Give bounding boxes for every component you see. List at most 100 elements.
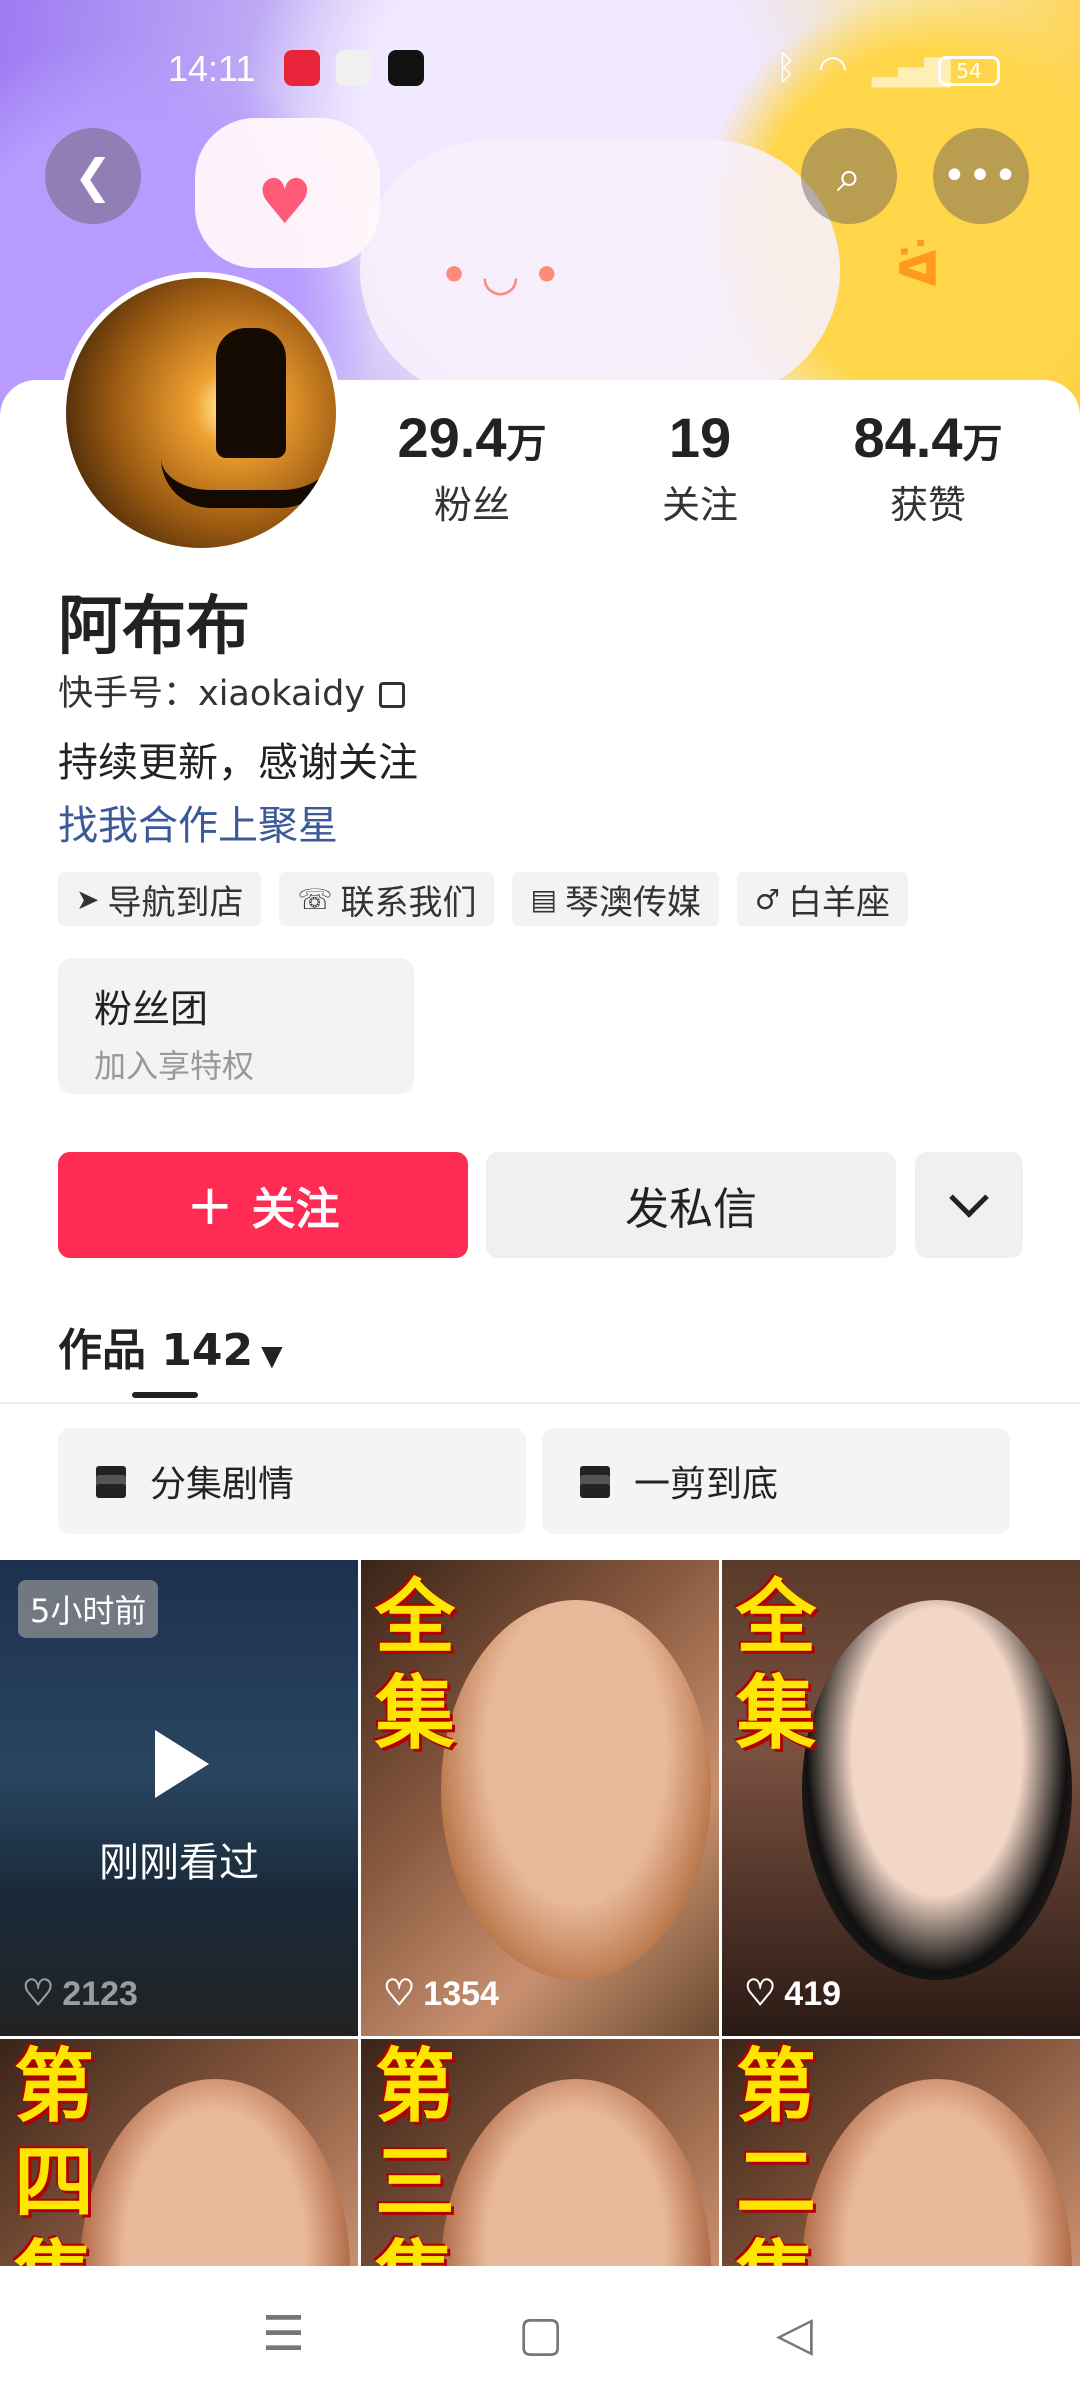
- section-divider: [0, 1402, 1080, 1404]
- video-likes: ♡ 419: [744, 1972, 841, 2014]
- follow-label: 关注: [251, 1184, 340, 1235]
- tag-zodiac-label: 白羊座: [788, 882, 891, 923]
- stat-following[interactable]: 19 关注: [600, 405, 800, 529]
- collection-episodes-label: 分集剧情: [150, 1464, 295, 1505]
- video-likes: ♡ 1354: [383, 1972, 499, 2014]
- more-button[interactable]: •••: [933, 128, 1029, 224]
- message-label: 发私信: [625, 1184, 757, 1235]
- thumbnail-face: [802, 1600, 1072, 1980]
- banner-cloud: [360, 140, 840, 400]
- profile-tags: ➤ 导航到店 ☏ 联系我们 ▤ 琴澳传媒 ♂ 白羊座: [58, 872, 909, 926]
- title-char: 第: [736, 2040, 816, 2133]
- tag-contact[interactable]: ☏ 联系我们: [279, 872, 495, 926]
- title-char: 第: [375, 2040, 455, 2133]
- smile-decoration-icon-2: ᐛ: [895, 240, 941, 298]
- video-tile-2[interactable]: 全 集 ♡ 1354: [361, 1560, 719, 2036]
- title-char: 第: [14, 2040, 94, 2133]
- thumbnail-face: [441, 1600, 711, 1980]
- follow-button[interactable]: + 关注: [58, 1152, 468, 1258]
- menu-icon[interactable]: ☰: [262, 2306, 305, 2362]
- stat-likes-unit: 万: [962, 422, 1003, 466]
- caret-down-icon: ▼: [261, 1339, 283, 1372]
- stat-likes-value: 84.4: [853, 406, 963, 469]
- collection-full-cut[interactable]: 一剪到底: [542, 1428, 1010, 1534]
- profile-bio: 持续更新，感谢关注: [58, 740, 418, 786]
- tag-contact-label: 联系我们: [340, 882, 477, 923]
- stat-likes-label: 获赞: [889, 483, 966, 527]
- tag-zodiac: ♂ 白羊座: [736, 872, 909, 926]
- back-nav-icon[interactable]: ◁: [776, 2306, 813, 2362]
- navigate-icon: ➤: [76, 882, 100, 916]
- fan-club-card[interactable]: 粉丝团 加入享特权: [58, 958, 414, 1094]
- play-icon: [155, 1730, 209, 1798]
- stat-followers[interactable]: 29.4万 粉丝: [372, 405, 572, 529]
- wifi-icon: ◠: [818, 48, 848, 88]
- title-char: 全: [736, 1571, 816, 1664]
- layers-icon: [578, 1464, 612, 1498]
- kuaishou-id: 快手号：xiaokaidy: [58, 665, 406, 716]
- home-icon[interactable]: ▢: [518, 2306, 563, 2362]
- profile-name: 阿布布: [58, 590, 250, 664]
- tag-company-label: 琴澳传媒: [564, 882, 701, 923]
- avatar[interactable]: [60, 272, 342, 554]
- video-tile-3[interactable]: 全 集 ♡ 419: [722, 1560, 1080, 2036]
- bluetooth-icon: ᛒ: [776, 48, 797, 88]
- smile-decoration-icon: • ◡ •: [440, 250, 561, 301]
- fan-club-subtitle: 加入享特权: [94, 1047, 255, 1085]
- stat-followers-label: 粉丝: [433, 483, 510, 527]
- company-icon: ▤: [530, 882, 557, 916]
- stat-followers-value: 29.4: [397, 406, 507, 469]
- back-button[interactable]: ❮: [45, 128, 141, 224]
- video-tile-1[interactable]: 5小时前 刚刚看过 ♡ 2123: [0, 1560, 358, 2036]
- stat-following-label: 关注: [661, 483, 738, 527]
- works-label: 作品 142: [58, 1325, 254, 1376]
- title-char: 三: [375, 2136, 455, 2229]
- browser-app-icon: [336, 50, 372, 86]
- watched-label: 刚刚看过: [99, 1840, 259, 1886]
- search-icon: ⌕: [836, 150, 862, 202]
- more-dots-icon: •••: [942, 153, 1020, 199]
- phone-icon: ☏: [297, 882, 333, 916]
- status-bar: 14:11 ᛒ ◠ ▂▄▆ 54: [0, 40, 1080, 100]
- heart-outline-icon: ♡: [22, 1972, 55, 2013]
- tag-navigate-label: 导航到店: [107, 882, 244, 923]
- message-button[interactable]: 发私信: [486, 1152, 896, 1258]
- back-arrow-icon: ❮: [73, 149, 113, 203]
- title-char: 全: [375, 1571, 455, 1664]
- kuaishou-id-text: 快手号：xiaokaidy: [58, 674, 366, 714]
- works-tab[interactable]: 作品 142 ▼: [58, 1314, 283, 1378]
- heart-outline-icon: ♡: [383, 1972, 416, 2013]
- music-app-icon: [284, 50, 320, 86]
- game-app-icon: [388, 50, 424, 86]
- cooperation-link[interactable]: 找我合作上聚星: [58, 793, 338, 851]
- heart-decoration-icon: ♥: [257, 165, 313, 238]
- video-likes: ♡ 2123: [22, 1972, 138, 2014]
- tag-navigate[interactable]: ➤ 导航到店: [58, 872, 262, 926]
- video-likes-count: 419: [784, 1975, 842, 2013]
- system-nav-bar: ☰ ▢ ◁: [0, 2266, 1080, 2400]
- title-char: 二: [736, 2136, 816, 2229]
- status-time: 14:11: [168, 48, 256, 89]
- stat-followers-unit: 万: [506, 422, 547, 466]
- copy-icon[interactable]: [379, 682, 406, 708]
- works-tab-indicator: [132, 1392, 198, 1398]
- video-likes-count: 1354: [423, 1975, 499, 2013]
- search-button[interactable]: ⌕: [801, 128, 897, 224]
- title-char: 集: [375, 1667, 455, 1760]
- heart-outline-icon: ♡: [744, 1972, 777, 2013]
- title-char: 四: [14, 2136, 94, 2229]
- male-icon: ♂: [754, 882, 781, 916]
- plus-icon: +: [186, 1172, 234, 1238]
- tag-company[interactable]: ▤ 琴澳传媒: [512, 872, 719, 926]
- layers-icon: [94, 1464, 128, 1498]
- chevron-down-icon: [949, 1178, 989, 1218]
- time-badge: 5小时前: [18, 1580, 159, 1638]
- collection-full-cut-label: 一剪到底: [634, 1464, 779, 1505]
- expand-button[interactable]: [915, 1152, 1023, 1258]
- stat-likes[interactable]: 84.4万 获赞: [828, 405, 1028, 529]
- video-likes-count: 2123: [62, 1975, 138, 2013]
- title-char: 集: [736, 1667, 816, 1760]
- collection-episodes[interactable]: 分集剧情: [58, 1428, 526, 1534]
- stat-following-value: 19: [668, 406, 732, 469]
- fan-club-title: 粉丝团: [94, 987, 209, 1031]
